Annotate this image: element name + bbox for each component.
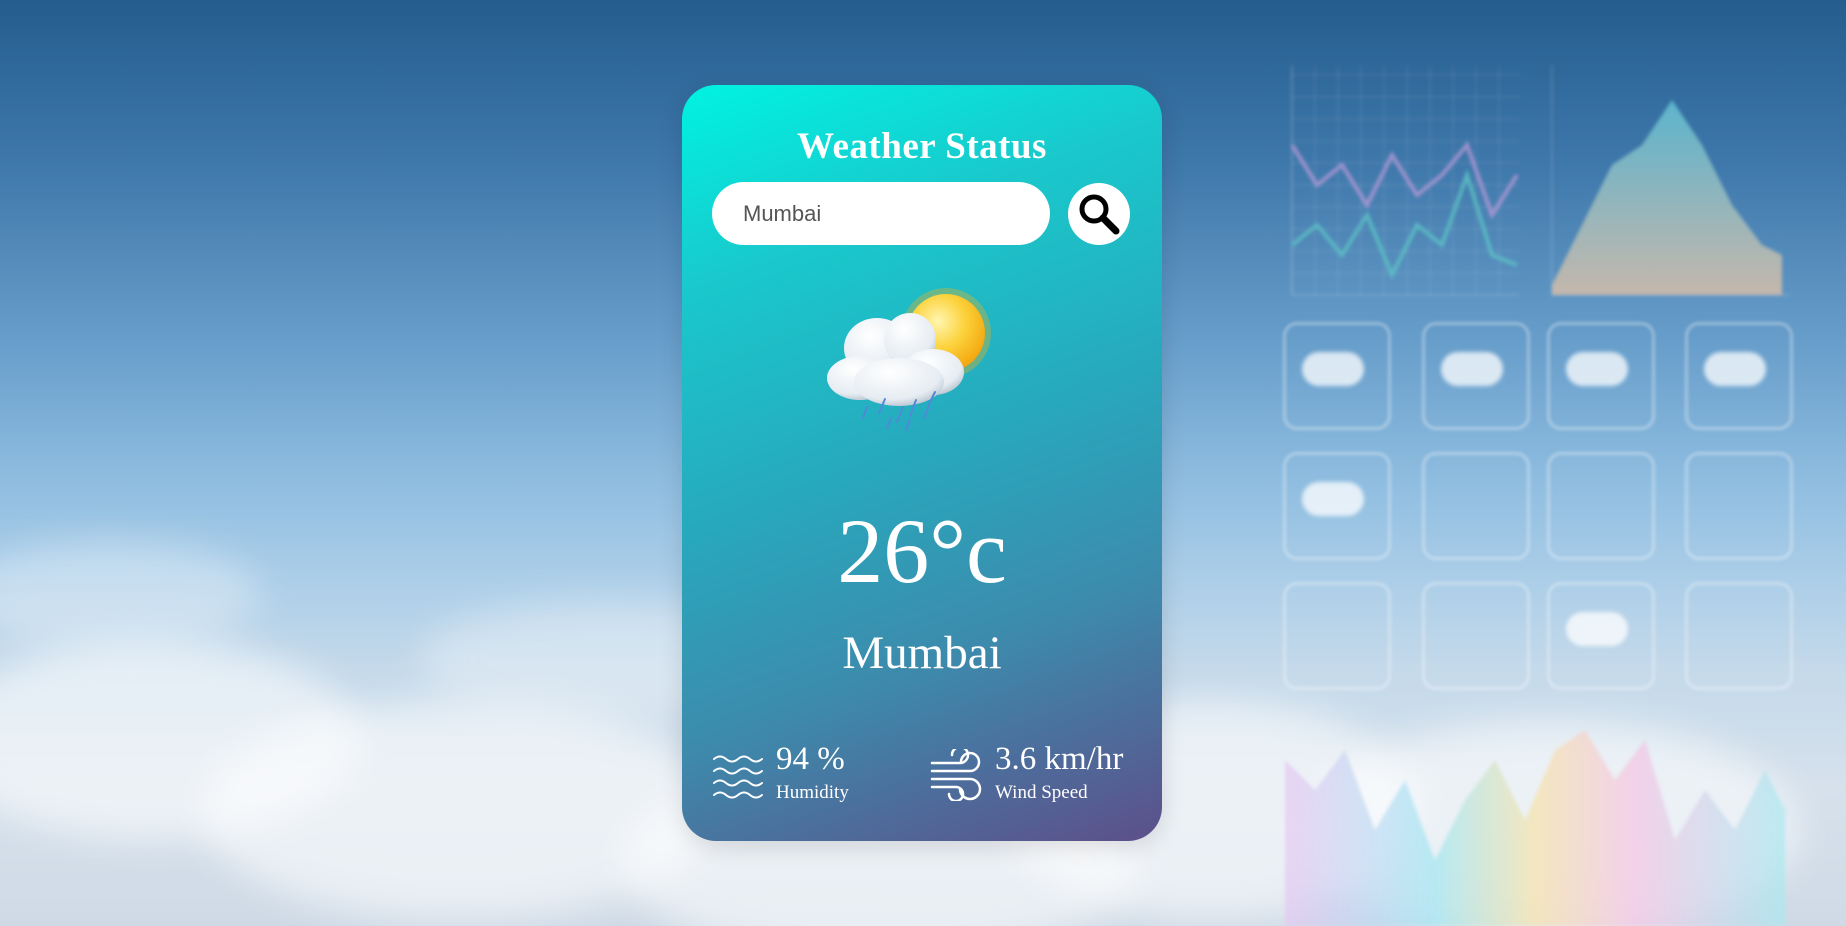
temperature-value: 26°c (837, 500, 1007, 602)
city-name: Mumbai (842, 627, 1002, 679)
humidity-value: 94 % (776, 741, 845, 777)
search-button[interactable] (1068, 183, 1130, 245)
app-title: Weather Status (797, 126, 1047, 167)
cloud-sun-rain-icon (827, 288, 991, 431)
city-search-input[interactable] (712, 182, 1050, 245)
wind-speed-value: 3.6 km/hr (995, 741, 1124, 777)
decorative-line-chart (1290, 65, 1520, 296)
wind-icon (930, 749, 982, 801)
search-icon (1079, 194, 1120, 235)
humidity-label: Humidity (776, 782, 849, 803)
wind-speed-label: Wind Speed (995, 782, 1088, 803)
waves-icon (713, 755, 763, 799)
decorative-spectrum-chart (1285, 730, 1785, 926)
decorative-area-chart (1551, 65, 1790, 296)
weather-card: Weather Status Mumbai 26°c Mumbai 94 % H… (682, 85, 1162, 841)
